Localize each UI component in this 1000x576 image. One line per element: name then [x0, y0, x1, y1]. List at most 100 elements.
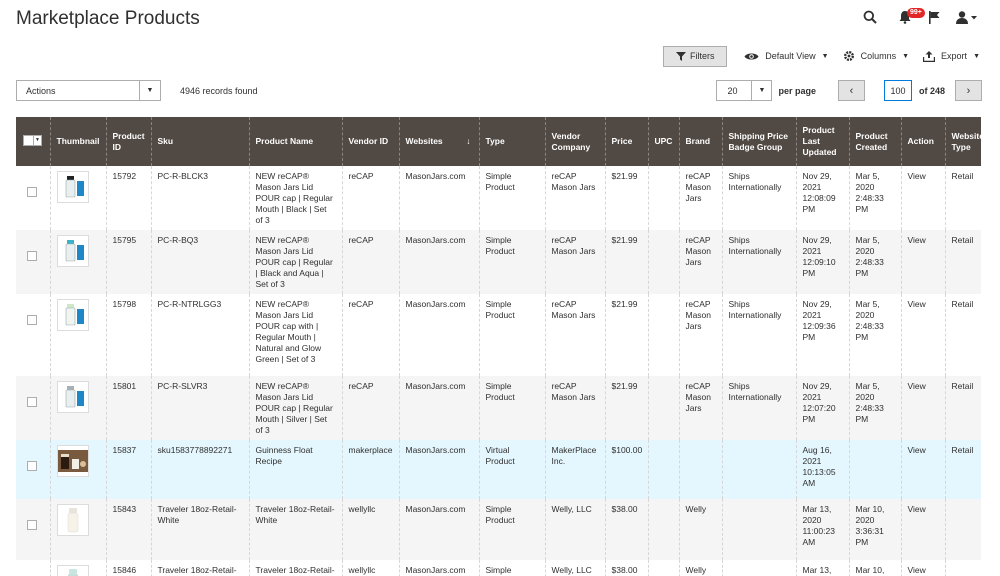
column-header-websites[interactable]: Websites ↓	[398, 117, 479, 166]
table-row[interactable]: 15801 PC-R-SLVR3 NEW reCAP® Mason Jars Lid…	[16, 376, 981, 440]
cell-websites: MasonJars.com	[398, 376, 479, 440]
flag-icon[interactable]	[929, 10, 940, 24]
cell-shipping: Ships Internationally	[721, 230, 796, 294]
row-checkbox[interactable]	[27, 397, 37, 407]
search-icon[interactable]	[863, 10, 877, 24]
mass-select-checkbox[interactable]: ▼	[23, 135, 42, 146]
product-thumbnail[interactable]	[56, 381, 89, 413]
table-row[interactable]: 15843 Traveler 18oz-Retail-White Traveler …	[16, 499, 981, 560]
cell-company: Welly, LLC	[544, 560, 605, 576]
cell-website-type: Retail	[944, 230, 981, 294]
cell-id: 15792	[105, 166, 151, 230]
table-row[interactable]: 15846Traveler 18oz-Retail-MintTraveler 1…	[16, 560, 981, 576]
export-label: Export	[941, 51, 968, 61]
row-select-cell	[16, 230, 50, 294]
next-page-button[interactable]: ›	[955, 80, 982, 101]
cell-action[interactable]: View	[900, 294, 945, 376]
chevron-down-icon: ▼	[751, 81, 771, 100]
product-thumbnail[interactable]	[56, 171, 89, 203]
column-header[interactable]: Product Last Updated	[795, 117, 849, 166]
header-actions: 99+	[863, 6, 978, 28]
cell-brand: reCAP Mason Jars	[678, 294, 722, 376]
row-checkbox[interactable]	[27, 251, 37, 261]
chevron-down-icon: ▼	[35, 137, 40, 143]
table-row[interactable]: 15795 PC-R-BQ3 NEW reCAP® Mason Jars Lid P…	[16, 230, 981, 294]
cell-action[interactable]: View	[900, 166, 945, 230]
cell-name: Traveler 18oz-Retail-White	[248, 499, 342, 560]
cell-action[interactable]: View	[900, 230, 945, 294]
prev-page-button[interactable]: ‹	[837, 80, 865, 101]
grid-header-row: ▼ Thumbnail Product ID Sku Product Name …	[16, 117, 984, 166]
column-header[interactable]: Action	[900, 117, 945, 166]
column-header[interactable]: Vendor Company	[544, 117, 605, 166]
cell-website-type	[944, 499, 981, 560]
export-icon	[923, 50, 936, 62]
cell-shipping	[721, 560, 796, 576]
cell-name: NEW reCAP® Mason Jars Lid POUR cap with …	[248, 294, 342, 376]
filters-button[interactable]: Filters	[663, 45, 728, 67]
cell-sku: PC-R-SLVR3	[150, 376, 249, 440]
column-header[interactable]: Type	[478, 117, 545, 166]
product-thumbnail[interactable]	[56, 299, 89, 331]
row-checkbox[interactable]	[27, 315, 37, 325]
cell-upc	[647, 294, 679, 376]
column-header[interactable]: Product Created	[848, 117, 901, 166]
cell-sku: Traveler 18oz-Retail-Mint	[150, 560, 249, 576]
chevron-left-icon: ‹	[849, 84, 854, 97]
thumbnail-cell	[49, 166, 106, 230]
product-thumbnail[interactable]	[56, 235, 89, 267]
cell-shipping	[721, 440, 796, 499]
cell-created: Mar 10, 2020	[848, 560, 901, 576]
gear-icon	[843, 51, 854, 61]
cell-created: Mar 5, 2020 2:48:33 PM	[848, 294, 901, 376]
column-header[interactable]: Shipping Price Badge Group	[721, 117, 796, 166]
row-select-cell	[16, 440, 50, 499]
cell-action[interactable]: View	[900, 560, 945, 576]
column-header[interactable]: Vendor ID	[341, 117, 399, 166]
cell-brand: Welly	[678, 560, 722, 576]
cell-upc	[647, 560, 679, 576]
column-header[interactable]: Sku	[150, 117, 249, 166]
cell-action[interactable]: View	[900, 376, 945, 440]
cell-brand: Welly	[678, 499, 722, 560]
row-checkbox[interactable]	[27, 520, 37, 530]
pagination: 20 ▼ per page ‹ 100 of 248 ›	[716, 80, 982, 101]
current-page-input[interactable]: 100	[883, 80, 912, 101]
product-thumbnail[interactable]	[56, 565, 89, 576]
column-header[interactable]: Product Name	[248, 117, 342, 166]
filter-funnel-icon	[676, 51, 687, 61]
total-pages-label: of 248	[918, 85, 945, 96]
records-count: 4946 records found	[180, 86, 258, 96]
user-account-icon[interactable]	[956, 10, 978, 24]
product-thumbnail[interactable]	[56, 445, 89, 477]
column-header[interactable]: Thumbnail	[49, 117, 106, 166]
export-dropdown[interactable]: Export ▼	[923, 50, 980, 62]
cell-created: Mar 10, 2020 3:36:31 PM	[848, 499, 901, 560]
cell-action[interactable]: View	[900, 440, 945, 499]
per-page-label: per page	[778, 85, 816, 96]
cell-company: reCAP Mason Jars	[544, 294, 605, 376]
columns-dropdown[interactable]: Columns ▼	[843, 50, 909, 62]
mass-select-header[interactable]: ▼	[16, 117, 50, 166]
default-view-dropdown[interactable]: Default View ▼	[744, 51, 829, 61]
cell-website-type: Retail	[944, 376, 981, 440]
notifications-bell-icon[interactable]: 99+	[899, 8, 925, 24]
table-row[interactable]: 15837 sku1583778892271 Guinness Float Reci…	[16, 440, 981, 499]
cell-id: 15846	[105, 560, 151, 576]
row-checkbox[interactable]	[27, 461, 37, 471]
per-page-select[interactable]: 20 ▼	[716, 80, 773, 101]
actions-dropdown[interactable]: Actions ▼	[16, 80, 161, 101]
cell-action[interactable]: View	[900, 499, 945, 560]
cell-sku: PC-R-NTRLGG3	[150, 294, 249, 376]
row-checkbox[interactable]	[27, 187, 37, 197]
table-row[interactable]: 15792 PC-R-BLCK3 NEW reCAP® Mason Jars Lid…	[16, 166, 981, 230]
column-header[interactable]: UPC	[647, 117, 679, 166]
column-header[interactable]: Product ID	[105, 117, 151, 166]
column-header[interactable]: Website Type	[944, 117, 984, 166]
cell-type: Simple Product	[478, 499, 545, 560]
table-row[interactable]: 15798 PC-R-NTRLGG3 NEW reCAP® Mason Jars L…	[16, 294, 981, 376]
cell-id: 15798	[105, 294, 151, 376]
column-header[interactable]: Brand	[678, 117, 722, 166]
column-header[interactable]: Price	[604, 117, 648, 166]
product-thumbnail[interactable]	[56, 504, 89, 536]
